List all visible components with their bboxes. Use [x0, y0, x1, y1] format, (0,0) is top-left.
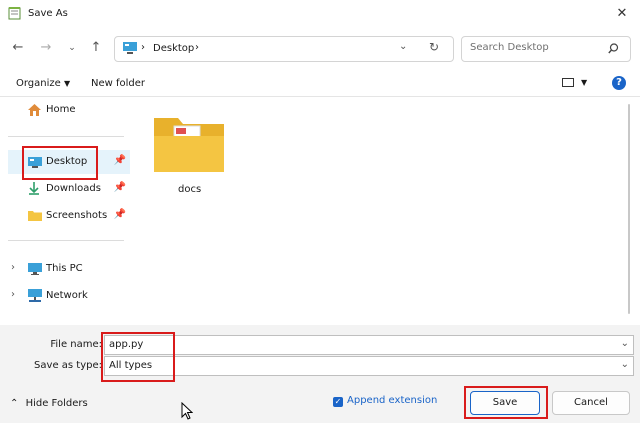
- sidebar-item-screenshots[interactable]: Screenshots 📌: [8, 204, 130, 228]
- arrow-left-icon[interactable]: ←: [8, 38, 28, 58]
- refresh-icon[interactable]: ↻: [429, 40, 439, 54]
- home-icon: [28, 104, 41, 116]
- breadcrumb-desktop[interactable]: Desktop: [153, 43, 194, 54]
- file-item-label: docs: [178, 184, 202, 195]
- cancel-button[interactable]: Cancel: [552, 391, 630, 415]
- pin-icon[interactable]: 📌: [114, 182, 126, 193]
- help-icon[interactable]: ?: [612, 76, 626, 90]
- new-folder-button[interactable]: New folder: [91, 78, 145, 89]
- sidebar-separator: [8, 240, 124, 241]
- notepad-icon: [8, 7, 21, 20]
- arrow-right-icon[interactable]: →: [36, 38, 56, 58]
- organize-label: Organize: [16, 78, 61, 89]
- cursor-icon: [181, 402, 193, 420]
- pin-icon[interactable]: 📌: [114, 155, 126, 166]
- sidebar-item-label: Network: [46, 290, 88, 301]
- chevron-right-icon[interactable]: ›: [11, 289, 15, 300]
- chevron-up-icon: ⌃: [10, 398, 19, 409]
- chevron-down-icon[interactable]: ⌄: [62, 38, 82, 58]
- sidebar-item-this-pc[interactable]: › This PC: [8, 257, 130, 281]
- scrollbar[interactable]: [626, 98, 632, 324]
- file-name-input[interactable]: app.py ⌄: [104, 335, 634, 355]
- folder-icon: [154, 118, 224, 172]
- command-bar: Organize ▼ New folder ▼ ?: [0, 72, 640, 96]
- chevron-right-icon: ›: [141, 42, 145, 53]
- save-as-type-label: Save as type:: [34, 360, 102, 371]
- save-button[interactable]: Save: [470, 391, 540, 415]
- highlight-box: [22, 146, 98, 180]
- file-item-docs[interactable]: docs: [150, 110, 230, 196]
- sidebar-item-label: Home: [46, 104, 76, 115]
- close-icon[interactable]: ✕: [612, 4, 632, 24]
- chevron-down-icon[interactable]: ⌄: [621, 338, 629, 349]
- title-bar: Save As ✕: [0, 0, 640, 28]
- search-input[interactable]: Search Desktop: [470, 42, 549, 53]
- address-bar[interactable]: › Desktop › ⌄ ↻: [114, 36, 454, 62]
- save-as-type-select[interactable]: All types ⌄: [104, 356, 634, 376]
- sidebar-item-downloads[interactable]: Downloads 📌: [8, 177, 130, 201]
- pin-icon[interactable]: 📌: [114, 209, 126, 220]
- search-icon[interactable]: [608, 43, 619, 54]
- sidebar-item-label: This PC: [46, 263, 83, 274]
- sidebar-item-network[interactable]: › Network: [8, 284, 130, 308]
- chevron-down-icon[interactable]: ⌄: [399, 41, 407, 52]
- organize-button[interactable]: Organize ▼: [16, 78, 70, 89]
- desktop-icon: [123, 42, 137, 54]
- chevron-right-icon[interactable]: ›: [195, 42, 199, 53]
- file-name-label: File name:: [50, 339, 102, 350]
- chevron-right-icon[interactable]: ›: [11, 262, 15, 273]
- sidebar-item-label: Screenshots: [46, 210, 108, 221]
- append-extension-label[interactable]: Append extension: [347, 395, 437, 406]
- network-icon: [28, 289, 42, 302]
- append-extension-checkbox[interactable]: ✓: [333, 397, 343, 407]
- sidebar-item-label: Downloads: [46, 183, 101, 194]
- download-icon: [29, 182, 39, 195]
- window-title: Save As: [28, 8, 68, 19]
- hide-folders-button[interactable]: ⌃ Hide Folders: [10, 398, 88, 409]
- caret-down-icon: ▼: [64, 79, 71, 88]
- divider: [0, 96, 640, 97]
- monitor-icon: [28, 263, 42, 275]
- sidebar-separator: [8, 136, 124, 137]
- sidebar-item-home[interactable]: Home: [8, 98, 130, 122]
- folder-icon: [28, 211, 42, 221]
- caret-down-icon[interactable]: ▼: [581, 78, 587, 87]
- search-box[interactable]: Search Desktop: [461, 36, 631, 62]
- scrollbar-thumb[interactable]: [628, 104, 630, 314]
- arrow-up-icon[interactable]: ↑: [86, 38, 106, 58]
- hide-folders-label: Hide Folders: [25, 398, 88, 409]
- chevron-down-icon[interactable]: ⌄: [621, 359, 629, 370]
- view-icon[interactable]: [562, 78, 574, 88]
- highlight-box: [101, 332, 175, 382]
